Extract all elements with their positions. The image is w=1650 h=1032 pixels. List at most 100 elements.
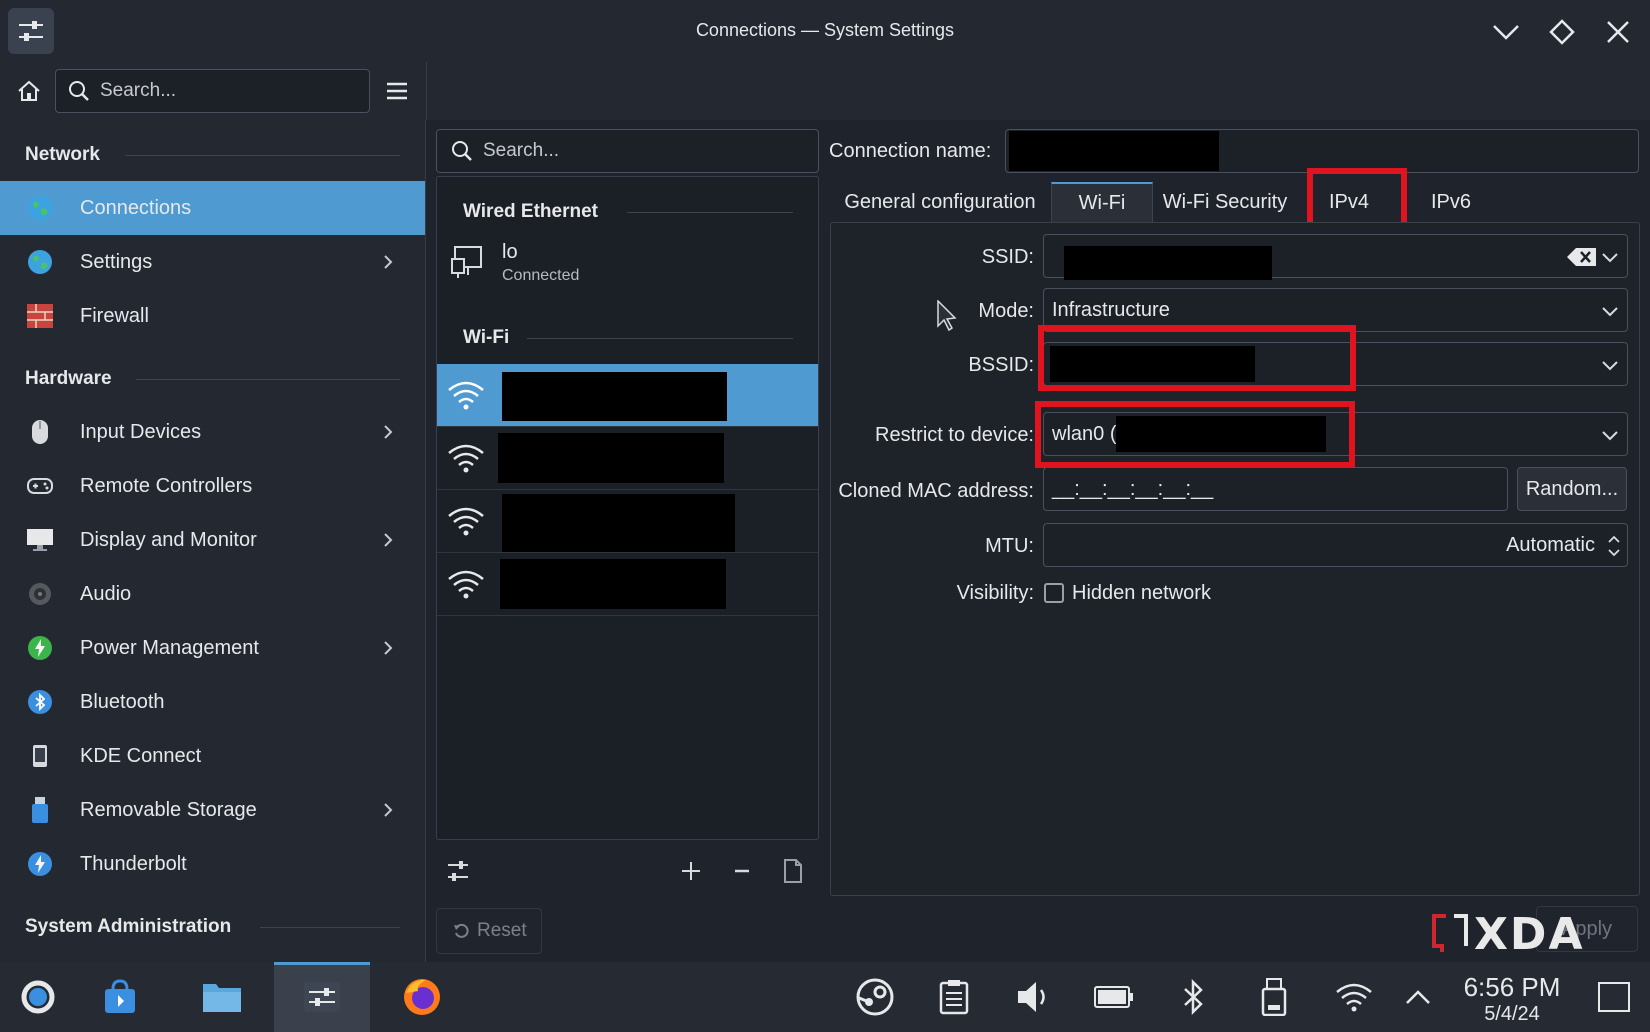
plus-icon [682,862,700,880]
maximize-button[interactable] [1542,12,1582,52]
sliders-icon [448,861,468,881]
sidebar-item-bluetooth[interactable]: Bluetooth [0,675,425,729]
chevron-down-icon [1493,25,1519,40]
sidebar-item-display-and-monitor[interactable]: Display and Monitor [0,513,425,567]
file-manager-button[interactable] [198,973,246,1021]
sidebar-item-label: Connections [80,196,192,219]
firefox-icon [404,979,440,1015]
reset-label: Reset [477,920,527,941]
sidebar-item-removable-storage[interactable]: Removable Storage [0,783,425,837]
random-mac-button[interactable]: Random... [1517,467,1627,511]
steamdeck-launcher-icon [21,980,55,1014]
document-export-icon [784,859,802,883]
mtu-label: MTU: [985,535,1034,557]
system-settings-task-button[interactable] [298,973,346,1021]
wifi-network-item[interactable] [437,490,818,553]
taskbar [0,962,1650,1032]
sidebar-item-audio[interactable]: Audio [0,567,425,621]
add-connection-button[interactable] [674,854,708,888]
steam-button[interactable] [851,973,899,1021]
clock-time[interactable]: 6:56 PM [1452,972,1572,1003]
app-launcher-button[interactable] [14,973,62,1021]
mtu-spinbox[interactable]: Automatic [1043,523,1628,567]
chevron-right-icon [384,425,393,439]
chevron-right-icon [384,533,393,547]
home-button[interactable] [14,76,44,106]
wifi-signal-icon [446,379,486,411]
wired-ethernet-heading: Wired Ethernet [463,201,598,222]
removable-storage-tray-button[interactable] [1250,973,1298,1021]
clock-date[interactable]: 5/4/24 [1452,1003,1572,1026]
minimize-button[interactable] [1486,12,1526,52]
sidebar-item-remote-controllers[interactable]: Remote Controllers [0,459,425,513]
clear-text-icon[interactable] [1567,247,1597,267]
wifi-network-item[interactable] [437,553,818,616]
tab-ipv6[interactable]: IPv6 [1410,182,1492,222]
connection-name-field[interactable] [1005,129,1639,173]
wired-connection-item[interactable]: lo Connected [437,229,818,295]
chevron-down-icon [1602,361,1618,371]
wifi-network-item[interactable] [437,364,818,427]
sidebar-item-label: Power Management [80,636,259,659]
globe-icon [26,248,54,276]
connections-search-field[interactable] [436,129,819,173]
export-connection-button[interactable] [776,854,810,888]
tab-wifi[interactable]: Wi-Fi [1051,182,1153,222]
hidden-network-checkbox[interactable] [1044,583,1064,603]
close-button[interactable] [1598,12,1638,52]
volume-button[interactable] [1010,973,1058,1021]
sidebar-item-label: Settings [80,250,153,273]
sidebar-item-settings[interactable]: Settings [0,235,425,289]
wired-network-icon [451,245,483,279]
cloned-mac-address-input[interactable]: __:__:__:__:__:__ [1043,467,1508,511]
mode-label: Mode: [978,300,1034,322]
sidebar-item-kde-connect[interactable]: KDE Connect [0,729,425,783]
tab-wifi-security[interactable]: Wi-Fi Security [1153,182,1297,222]
sidebar-search-input[interactable] [100,80,369,102]
chevron-down-icon [1602,431,1618,441]
sidebar-item-power-management[interactable]: Power Management [0,621,425,675]
sidebar-item-connections[interactable]: Connections [0,181,425,235]
sidebar-item-label: Thunderbolt [80,852,187,875]
title-bar: Connections — System Settings [0,0,1650,62]
sidebar-item-firewall[interactable]: Firewall [0,289,425,343]
tab-general-configuration[interactable]: General configuration [830,182,1050,222]
show-desktop-button[interactable] [1590,973,1638,1021]
section-heading-system-administration: System Administration [25,916,232,937]
discover-store-button[interactable] [96,973,144,1021]
configure-button[interactable] [441,854,475,888]
redacted-connection-name [1009,131,1219,171]
power-icon [26,634,54,662]
remove-connection-button[interactable] [725,854,759,888]
sidebar-item-label: Input Devices [80,420,202,443]
sidebar-search-field[interactable] [55,69,370,113]
chevron-right-icon [384,255,393,269]
reset-button[interactable]: Reset [436,908,542,954]
network-tray-button[interactable] [1330,973,1378,1021]
volume-icon [1018,982,1045,1012]
ssid-combobox[interactable] [1043,234,1628,280]
sidebar-item-input-devices[interactable]: Input Devices [0,405,425,459]
redacted-ssid [1064,246,1272,280]
battery-button[interactable] [1090,973,1138,1021]
hamburger-menu-button[interactable] [382,76,412,106]
undo-icon [454,923,469,938]
sliders-icon [304,982,340,1012]
bluetooth-tray-button[interactable] [1170,973,1218,1021]
firefox-button[interactable] [398,973,446,1021]
divider [527,338,793,339]
ssid-label: SSID: [981,246,1034,268]
bssid-label: BSSID: [968,354,1034,376]
spin-arrows-icon[interactable] [1607,533,1621,559]
wifi-network-item[interactable] [437,427,818,490]
mtu-value: Automatic [1506,533,1595,556]
hidden-network-label: Hidden network [1072,582,1211,604]
home-icon [18,80,40,101]
show-hidden-icons-button[interactable] [1394,973,1442,1021]
desktop-icon [1598,982,1630,1012]
sidebar-item-thunderbolt[interactable]: Thunderbolt [0,837,425,891]
clipboard-button[interactable] [930,973,978,1021]
wifi-signal-icon [446,505,486,537]
mode-value: Infrastructure [1052,298,1170,321]
connections-search-input[interactable] [483,140,818,162]
